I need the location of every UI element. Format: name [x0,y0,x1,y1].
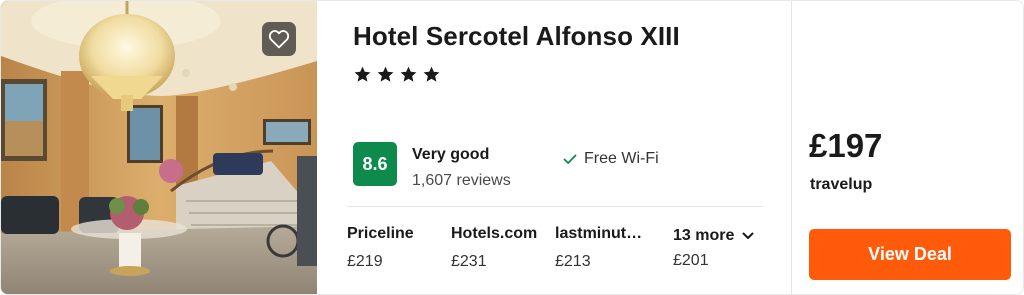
favorite-button[interactable] [262,22,296,56]
provider-name: Hotels.com [451,225,538,242]
amenity-label: Free Wi-Fi [584,150,659,167]
provider-priceline[interactable]: Priceline £219 [347,225,457,271]
provider-price: £219 [347,253,383,270]
provider-price: £213 [555,253,591,270]
provider-name: Priceline [347,225,414,242]
hotel-name[interactable]: Hotel Sercotel Alfonso XIII [353,21,680,52]
star-icon [423,66,440,82]
hotel-result-card[interactable]: Hotel Sercotel Alfonso XIII 8.6 Very goo… [0,0,1024,295]
provider-lastminute[interactable]: lastminute.com £213 [555,225,647,271]
rating-score-badge: 8.6 [353,142,397,186]
heart-icon [268,30,290,49]
provider-name: lastminute.com [555,225,647,242]
check-icon [563,154,577,164]
more-providers-button[interactable]: 13 more [673,227,754,245]
panel-divider [791,1,792,294]
star-icon [354,66,371,82]
best-deal-provider: travelup [810,176,873,193]
amenity-free-wifi: Free Wi-Fi [562,150,659,168]
best-deal-price: £197 [809,127,883,164]
more-providers-label: 13 more [673,227,735,244]
star-rating [353,65,441,84]
hotel-photo[interactable] [1,1,317,294]
star-icon [400,66,417,82]
chevron-down-icon [742,232,754,239]
view-deal-button[interactable]: View Deal [809,229,1011,280]
provider-hotels-com[interactable]: Hotels.com £231 [451,225,561,271]
divider [347,206,763,207]
rating-label: Very good [412,146,490,163]
more-providers-price: £201 [673,252,709,269]
review-count[interactable]: 1,607 reviews [412,172,511,190]
star-icon [377,66,394,82]
provider-price: £231 [451,253,487,270]
